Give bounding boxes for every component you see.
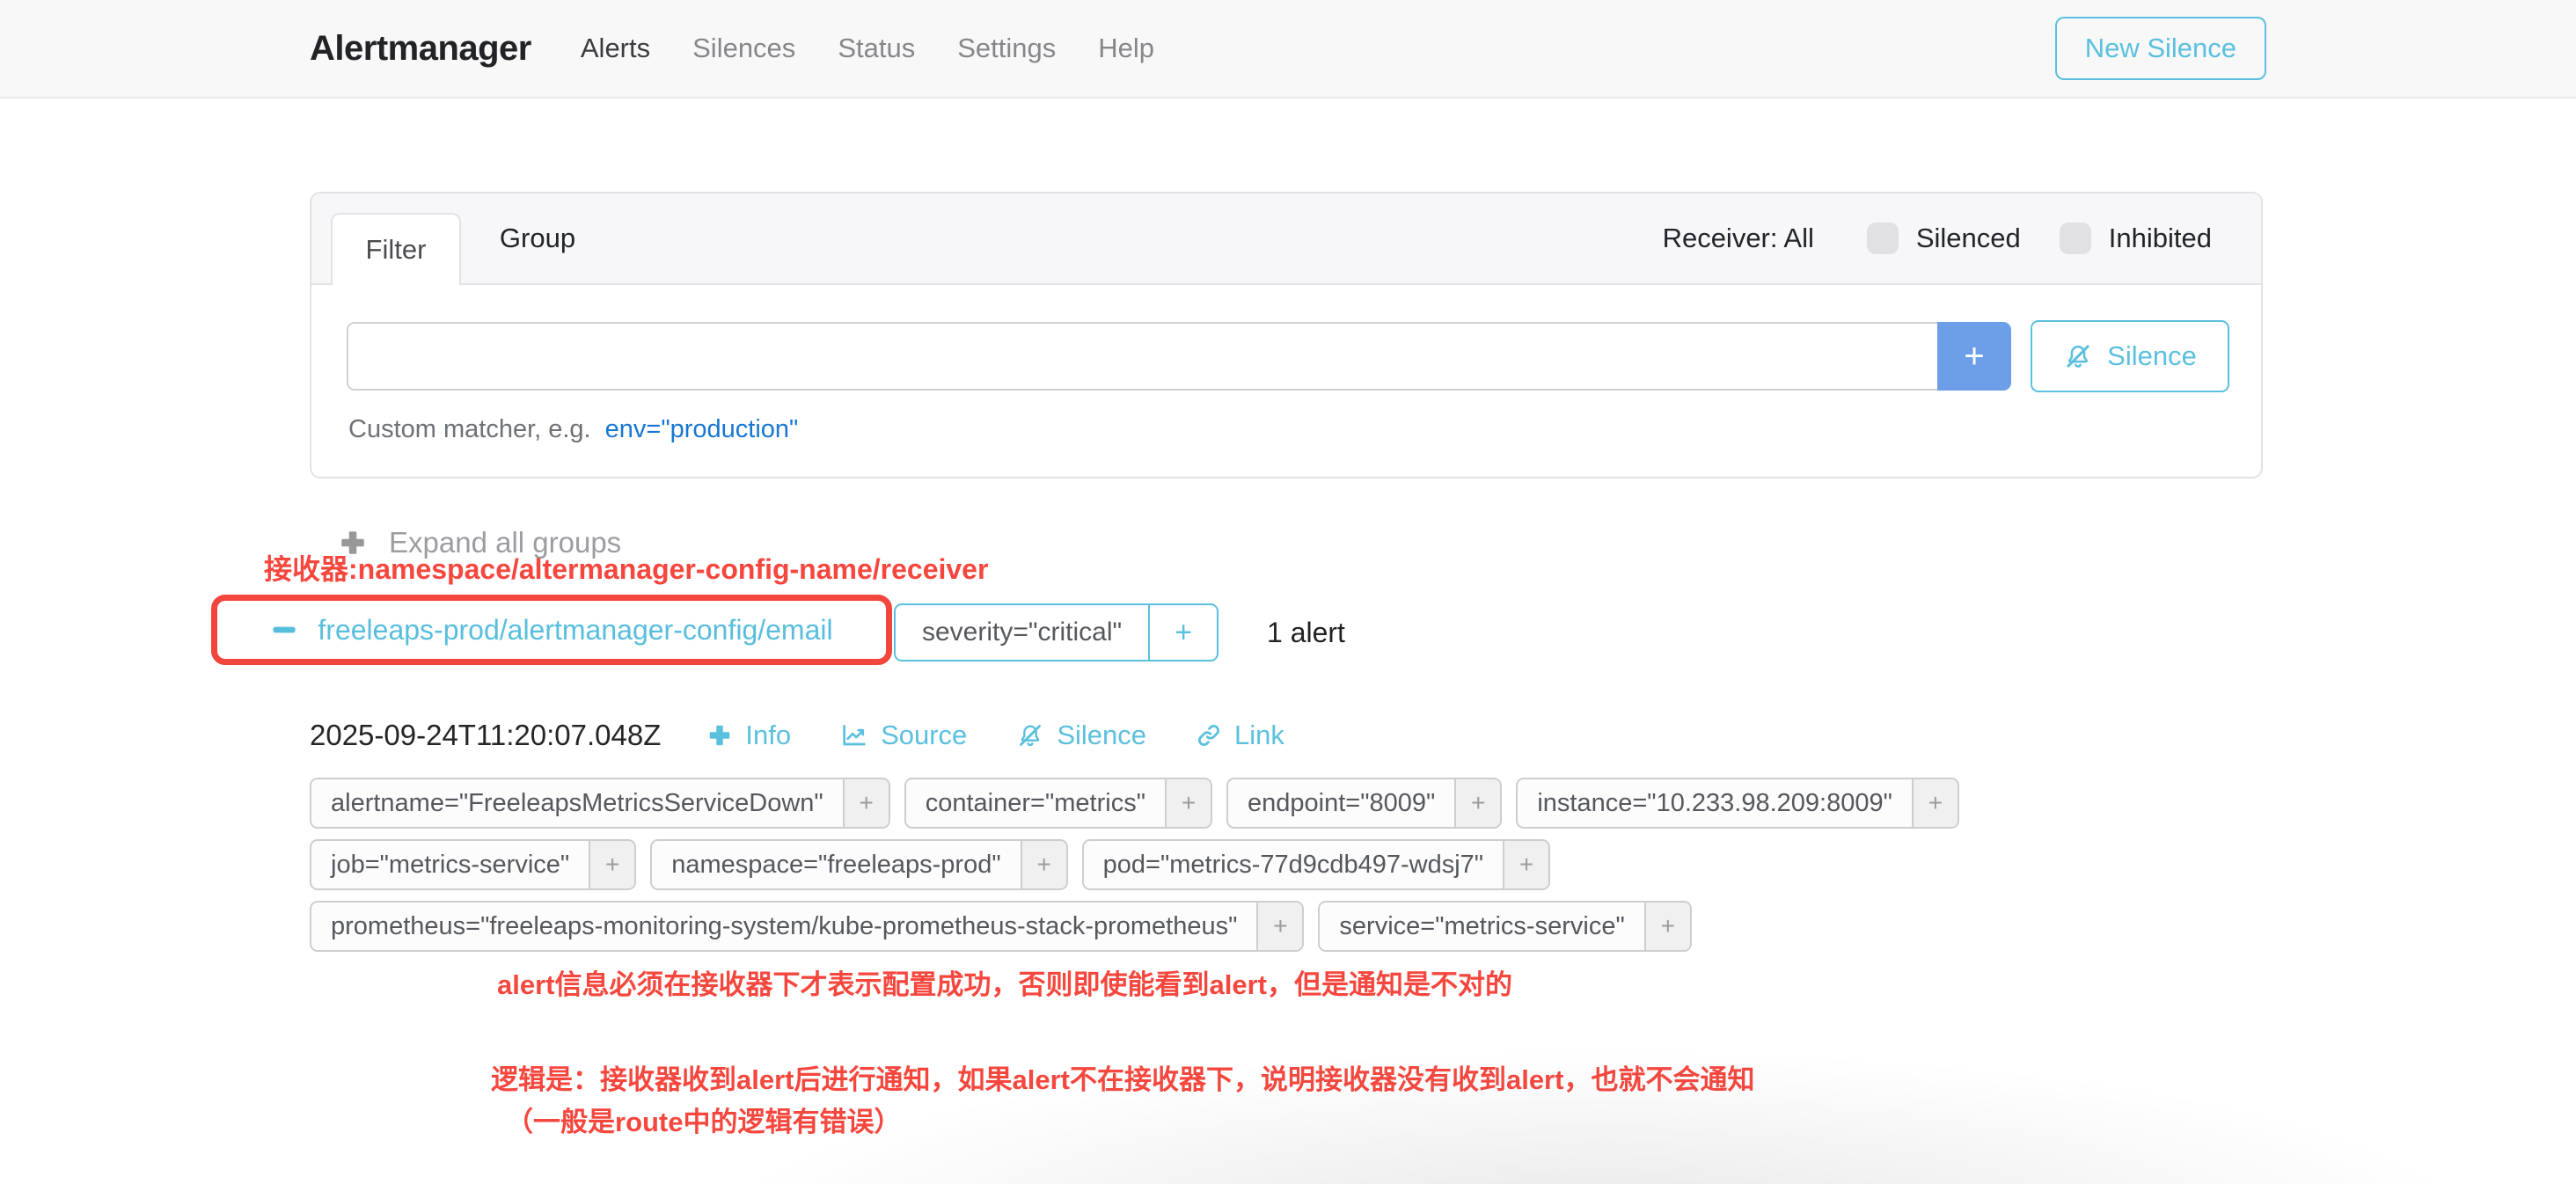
silenced-checkbox-group: Silenced bbox=[1867, 223, 2021, 254]
label-tag: pod="metrics-77d9cdb497-wdsj7" + bbox=[1082, 839, 1550, 890]
annotation-note-1: alert信息必须在接收器下才表示配置成功，否则即使能看到alert，但是通知是… bbox=[497, 962, 1512, 1002]
label-tag-text[interactable]: pod="metrics-77d9cdb497-wdsj7" bbox=[1084, 841, 1503, 888]
nav-item[interactable]: Alerts bbox=[581, 33, 650, 64]
filter-card-header: Filter Group Receiver: All Silenced Inhi… bbox=[311, 194, 2261, 285]
nav-item[interactable]: Silences bbox=[692, 33, 795, 64]
nav-item[interactable]: Status bbox=[838, 33, 915, 64]
label-tag: job="metrics-service" + bbox=[310, 839, 636, 890]
annotation-note-3: （一般是route中的逻辑有错误） bbox=[506, 1100, 902, 1139]
silence-button[interactable]: Silence bbox=[2031, 320, 2229, 392]
app-brand[interactable]: Alertmanager bbox=[310, 29, 531, 69]
chart-line-icon bbox=[840, 721, 868, 749]
hint-example-link[interactable]: env="production" bbox=[605, 415, 799, 444]
label-tag: container="metrics" + bbox=[904, 778, 1212, 829]
nav-item[interactable]: Settings bbox=[957, 33, 1056, 64]
silenced-checkbox[interactable] bbox=[1867, 223, 1899, 254]
inhibited-checkbox-group: Inhibited bbox=[2060, 223, 2212, 254]
add-filter-icon[interactable]: + bbox=[1503, 841, 1548, 888]
label-tag: namespace="freeleaps-prod" + bbox=[650, 839, 1067, 890]
label-tag-text[interactable]: job="metrics-service" bbox=[311, 841, 589, 888]
silence-button-label: Silence bbox=[2107, 340, 2197, 372]
add-matcher-button[interactable]: + bbox=[1937, 322, 2011, 391]
navbar: Alertmanager Alerts Silences Status Setting… bbox=[0, 0, 2576, 99]
link-button[interactable]: Link bbox=[1196, 720, 1284, 751]
new-silence-button[interactable]: New Silence bbox=[2055, 17, 2266, 80]
label-tag: endpoint="8009" + bbox=[1226, 778, 1502, 829]
source-link[interactable]: Source bbox=[840, 720, 967, 751]
add-filter-icon[interactable]: + bbox=[1165, 779, 1211, 827]
add-filter-icon[interactable]: + bbox=[1256, 903, 1302, 950]
add-filter-icon[interactable]: + bbox=[843, 779, 889, 827]
label-tag: prometheus="freeleaps-monitoring-system/… bbox=[310, 901, 1304, 952]
add-filter-icon[interactable]: + bbox=[1912, 779, 1958, 827]
group-matcher-buttons: severity="critical" + bbox=[894, 603, 1218, 661]
tab-group[interactable]: Group bbox=[480, 194, 595, 283]
receiver-group-label: freeleaps-prod/alertmanager-config/email bbox=[318, 614, 832, 647]
receiver-group-button[interactable]: freeleaps-prod/alertmanager-config/email bbox=[270, 614, 832, 647]
inhibited-checkbox[interactable] bbox=[2060, 223, 2091, 254]
nav-links: Alerts Silences Status Settings Help bbox=[581, 33, 1154, 64]
plus-icon bbox=[706, 722, 733, 749]
filter-options: Receiver: All Silenced Inhibited bbox=[1663, 223, 2261, 254]
add-filter-icon[interactable]: + bbox=[1021, 841, 1066, 888]
alert-count: 1 alert bbox=[1267, 603, 1345, 661]
matcher-input[interactable] bbox=[347, 322, 1937, 391]
matcher-input-row: + Silence bbox=[347, 322, 2229, 391]
alert-labels: alertname="FreeleapsMetricsServiceDown" … bbox=[310, 778, 2069, 952]
label-tag-text[interactable]: prometheus="freeleaps-monitoring-system/… bbox=[311, 903, 1256, 950]
red-highlight-box: freeleaps-prod/alertmanager-config/email bbox=[211, 595, 892, 665]
label-tag-text[interactable]: endpoint="8009" bbox=[1228, 779, 1454, 827]
label-tag-text[interactable]: service="metrics-service" bbox=[1320, 903, 1643, 950]
link-label: Link bbox=[1234, 720, 1284, 751]
label-tag-text[interactable]: container="metrics" bbox=[906, 779, 1165, 827]
add-filter-icon[interactable]: + bbox=[1644, 903, 1690, 950]
info-button[interactable]: Info bbox=[706, 720, 791, 751]
annotation-note-2: 逻辑是：接收器收到alert后进行通知，如果alert不在接收器下，说明接收器没… bbox=[491, 1057, 1754, 1097]
alert-timestamp: 2025-09-24T11:20:07.048Z bbox=[310, 719, 661, 752]
source-label: Source bbox=[881, 720, 967, 751]
label-tag-text[interactable]: alertname="FreeleapsMetricsServiceDown" bbox=[311, 779, 843, 827]
label-tag: service="metrics-service" + bbox=[1318, 901, 1691, 952]
nav-item[interactable]: Help bbox=[1098, 33, 1154, 64]
matcher-hint: Custom matcher, e.g. env="production" bbox=[348, 415, 798, 444]
inhibited-label: Inhibited bbox=[2109, 223, 2212, 254]
silence-link-label: Silence bbox=[1057, 720, 1146, 751]
bell-slash-icon bbox=[2063, 341, 2093, 371]
filter-card: Filter Group Receiver: All Silenced Inhi… bbox=[310, 192, 2263, 479]
label-tag: instance="10.233.98.209:8009" + bbox=[1516, 778, 1959, 829]
add-filter-icon[interactable]: + bbox=[589, 841, 634, 888]
annotation-receiver-note: 接收器:namespace/altermanager-config-name/r… bbox=[264, 547, 988, 588]
silenced-label: Silenced bbox=[1916, 223, 2021, 254]
add-filter-icon[interactable]: + bbox=[1454, 779, 1500, 827]
silence-link[interactable]: Silence bbox=[1016, 720, 1146, 751]
label-tag: alertname="FreeleapsMetricsServiceDown" … bbox=[310, 778, 890, 829]
bell-slash-icon bbox=[1016, 721, 1044, 749]
group-matcher-add-button[interactable]: + bbox=[1148, 605, 1217, 660]
minus-icon bbox=[270, 616, 298, 644]
alert-row: 2025-09-24T11:20:07.048Z Info Source bbox=[310, 711, 1334, 760]
info-label: Info bbox=[745, 720, 791, 751]
label-tag-text[interactable]: instance="10.233.98.209:8009" bbox=[1518, 779, 1912, 827]
link-icon bbox=[1196, 722, 1222, 749]
hint-text: Custom matcher, e.g. bbox=[348, 415, 591, 444]
label-tag-text[interactable]: namespace="freeleaps-prod" bbox=[652, 841, 1020, 888]
tab-filter[interactable]: Filter bbox=[331, 213, 461, 285]
receiver-dropdown[interactable]: Receiver: All bbox=[1663, 223, 1814, 254]
group-matcher-label[interactable]: severity="critical" bbox=[896, 605, 1148, 660]
